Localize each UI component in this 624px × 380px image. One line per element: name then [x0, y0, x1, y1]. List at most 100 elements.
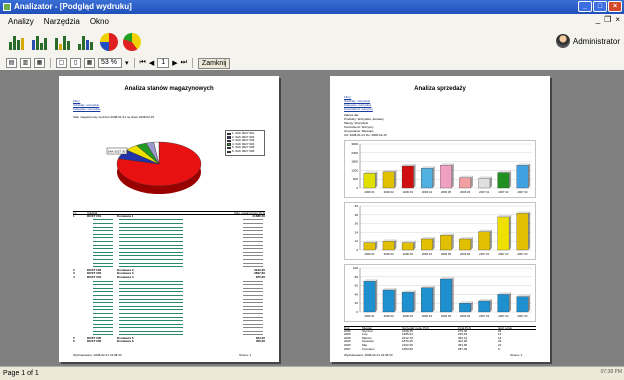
- y-tick-label: 600: [353, 177, 358, 181]
- maximize-button[interactable]: □: [593, 1, 607, 12]
- x-tick-label: 2006 03: [403, 190, 414, 194]
- mdi-close-button[interactable]: ×: [615, 15, 620, 24]
- legend-item: 6. 6AK 0027 006: [227, 149, 263, 154]
- bar-side: [413, 290, 416, 312]
- bar-top: [516, 211, 531, 214]
- x-tick-label: 2007 01: [479, 252, 490, 256]
- table-cell: 6: [73, 339, 75, 344]
- table-cell: DOST 004: [87, 274, 102, 279]
- pie-chart-icon-1[interactable]: [100, 33, 118, 51]
- bar-top: [478, 299, 492, 301]
- table-cell: Czerwiec: [362, 346, 375, 351]
- bar: [459, 303, 471, 313]
- menu-analizy[interactable]: Analizy: [6, 17, 36, 26]
- close-preview-button[interactable]: Zamknij: [197, 57, 231, 69]
- bar-top: [421, 285, 435, 288]
- bar-top: [459, 301, 473, 304]
- zoom-dropdown-icon[interactable]: ▾: [125, 59, 129, 67]
- page2-footer-left: Wydrukowano: 2008-02-21 19:38:33: [344, 353, 393, 357]
- y-tick-label: 60: [355, 284, 359, 288]
- x-tick-label: 2007 01: [479, 190, 490, 194]
- sales-bar-chart-3: 0204060801002006 01 2006 02 2006 03 2006 04…: [344, 264, 536, 322]
- first-page-icon[interactable]: ⏮: [140, 59, 146, 67]
- bar-top: [516, 294, 531, 297]
- x-tick-label: 2006 02: [384, 314, 395, 318]
- y-tick-label: 20: [355, 301, 359, 305]
- report-page-sales: Analiza sprzedaży Filtry: Oddziały: wszy…: [330, 76, 550, 362]
- mdi-restore-button[interactable]: ❐: [604, 15, 611, 24]
- multi-page-icon[interactable]: ▦: [84, 58, 95, 68]
- bar-top: [402, 240, 416, 243]
- page1-footer-right: Strona: 1: [239, 353, 252, 357]
- page1-subtitle: Stan magazynowy na dzień 2008-01-31 na d…: [73, 115, 155, 119]
- bar: [478, 231, 491, 251]
- table-cell: 875,60: [255, 274, 265, 279]
- bar-side: [375, 279, 378, 312]
- one-page-icon[interactable]: ▢: [56, 58, 67, 68]
- legend-swatch: [227, 132, 231, 136]
- pie-chart-icon-2[interactable]: [123, 33, 141, 51]
- bar: [478, 300, 491, 313]
- x-tick-label: 2007 02: [498, 190, 509, 194]
- y-tick-label: 60: [355, 204, 359, 208]
- legend-swatch: [227, 143, 231, 146]
- page1-footer-left: Wydrukowano: 2008-02-21 19:38:33: [73, 353, 122, 357]
- table-cell: Dostawca 4: [117, 274, 134, 279]
- last-page-icon[interactable]: ⏭: [181, 59, 187, 67]
- user-panel[interactable]: Administrator: [555, 34, 620, 48]
- bar-side: [528, 211, 531, 250]
- zoom-select[interactable]: 53 %: [98, 58, 122, 68]
- bar-top: [497, 292, 512, 295]
- bar: [401, 292, 414, 313]
- bar-top: [440, 163, 454, 166]
- export-icon[interactable]: ▦: [34, 58, 45, 68]
- x-tick-label: 2006 01: [364, 190, 375, 194]
- menu-okno[interactable]: Okno: [88, 17, 111, 26]
- x-tick-label: 2006 03: [403, 252, 414, 256]
- bar-top: [421, 237, 435, 239]
- bar-chart-icon-2[interactable]: [31, 33, 49, 51]
- page1-filter-link[interactable]: Kategorie: wszystkie: [73, 107, 100, 111]
- minimize-button[interactable]: _: [578, 1, 592, 12]
- legend-swatch: [227, 136, 231, 139]
- x-tick-label: 2006 03: [403, 314, 414, 318]
- two-pages-icon[interactable]: ▯: [70, 58, 81, 68]
- x-tick-label: 2007 03: [517, 314, 528, 318]
- x-tick-label: 2006 06: [460, 252, 471, 256]
- mdi-minimize-button[interactable]: _: [596, 15, 600, 24]
- bar: [516, 213, 529, 251]
- y-tick-label: 12: [355, 239, 359, 243]
- bar-top: [459, 175, 473, 178]
- analysis-toolbar: [0, 28, 624, 56]
- bar-side: [509, 170, 512, 188]
- close-window-button[interactable]: ×: [608, 1, 622, 12]
- menu-narzedzia[interactable]: Narzędzia: [42, 17, 82, 26]
- bar-top: [478, 176, 492, 179]
- print-setup-icon[interactable]: ▥: [20, 58, 31, 68]
- page1-title: Analiza stanów magazynowych: [124, 86, 214, 92]
- user-name: Administrator: [572, 36, 620, 46]
- print-icon[interactable]: ▤: [6, 58, 17, 68]
- bar: [382, 241, 395, 251]
- bar-side: [528, 294, 531, 312]
- page2-note: Od: 2008-01-01 Do: 2008-02-15: [344, 133, 387, 137]
- x-tick-label: 2007 03: [517, 252, 528, 256]
- bar-top: [440, 233, 454, 236]
- bar-chart-icon-1[interactable]: [8, 33, 26, 51]
- preview-area[interactable]: Analiza stanów magazynowych Filtry: Oddz…: [0, 70, 624, 366]
- x-tick-label: 2006 06: [460, 314, 471, 318]
- bar: [497, 172, 510, 189]
- page2-filter-link[interactable]: Kontrahenci: wszyscy: [344, 107, 373, 111]
- bar: [421, 238, 433, 251]
- bar-chart-icon-3[interactable]: [54, 33, 72, 51]
- pie-callout-label: 6AK 0027 001: [108, 150, 127, 154]
- page2-title: Analiza sprzedaży: [414, 86, 466, 92]
- bar-chart-icon-4[interactable]: [77, 33, 95, 51]
- bar-top: [363, 279, 378, 282]
- bar: [497, 216, 510, 251]
- page-number-input[interactable]: 1: [157, 58, 170, 68]
- x-tick-label: 2007 03: [517, 190, 528, 194]
- prev-page-icon[interactable]: ◀: [149, 59, 154, 67]
- bar: [382, 289, 395, 313]
- next-page-icon[interactable]: ▶: [172, 59, 177, 67]
